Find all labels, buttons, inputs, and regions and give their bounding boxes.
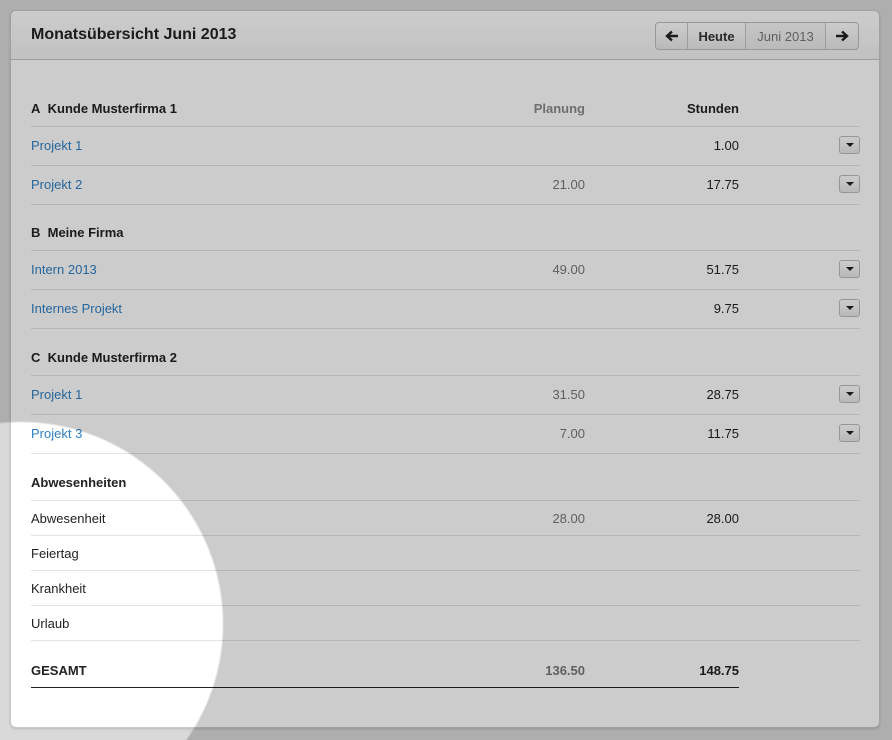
booked-hours: 17.75: [706, 177, 739, 192]
arrow-left-icon: [664, 30, 678, 42]
absence-label: Feiertag: [31, 546, 79, 561]
booked-hours: 9.75: [713, 301, 739, 316]
planning-column-header: Planung: [533, 101, 585, 116]
project-row: Projekt 2 21.00 17.75: [31, 166, 860, 205]
absence-row: Feiertag: [31, 536, 860, 571]
absence-label: Urlaub: [31, 616, 70, 631]
project-link[interactable]: Intern 2013: [31, 262, 97, 278]
booked-hours: 28.75: [706, 387, 739, 402]
today-button[interactable]: Heute: [688, 23, 746, 49]
total-underline: [31, 687, 739, 688]
booked-hours: 1.00: [713, 138, 739, 153]
row-dropdown-button[interactable]: [839, 175, 860, 193]
row-dropdown-button[interactable]: [839, 424, 860, 442]
project-link[interactable]: Internes Projekt: [31, 301, 122, 317]
page-title: Monatsübersicht Juni 2013: [31, 26, 237, 43]
panel-header: Monatsübersicht Juni 2013 Heute Juni 201…: [11, 11, 879, 60]
group-header-row: A Kunde Musterfirma 1 Planung Stunden: [31, 59, 860, 127]
project-row: Intern 2013 49.00 51.75: [31, 251, 860, 290]
arrow-right-icon: [836, 30, 849, 42]
absence-label: Krankheit: [31, 581, 86, 596]
absence-label: Abwesenheit: [31, 511, 106, 526]
absences-header-row: Abwesenheiten: [31, 454, 860, 501]
group-header-row: B Meine Firma: [31, 205, 860, 251]
project-link[interactable]: Projekt 2: [31, 177, 82, 193]
group-title: C Kunde Musterfirma 2: [31, 350, 177, 365]
previous-month-button[interactable]: [656, 23, 688, 49]
planned-hours: 31.50: [552, 387, 585, 402]
overview-table: A Kunde Musterfirma 1 Planung Stunden Pr…: [31, 59, 860, 697]
absence-row: Abwesenheit 28.00 28.00: [31, 501, 860, 536]
project-row: Projekt 1 1.00: [31, 127, 860, 166]
total-planned: 136.50: [545, 663, 585, 678]
project-row: Projekt 1 31.50 28.75: [31, 376, 860, 415]
row-dropdown-button[interactable]: [839, 299, 860, 317]
row-dropdown-button[interactable]: [839, 260, 860, 278]
next-month-button[interactable]: [826, 23, 858, 49]
row-dropdown-button[interactable]: [839, 136, 860, 154]
total-spacer: [31, 641, 860, 663]
project-link[interactable]: Projekt 1: [31, 387, 82, 403]
project-link[interactable]: Projekt 1: [31, 138, 82, 154]
total-hours: 148.75: [699, 663, 739, 678]
absence-row: Krankheit: [31, 571, 860, 606]
project-row: Projekt 3 7.00 11.75: [31, 415, 860, 454]
planned-hours: 49.00: [552, 262, 585, 277]
booked-hours: 51.75: [706, 262, 739, 277]
booked-hours: 28.00: [706, 511, 739, 526]
current-period-label: Juni 2013: [746, 23, 826, 49]
month-navigation: Heute Juni 2013: [655, 22, 859, 50]
planned-hours: 7.00: [559, 426, 585, 441]
total-row: GESAMT 136.50 148.75: [31, 663, 860, 697]
planned-hours: 28.00: [552, 511, 585, 526]
booked-hours: 11.75: [707, 426, 739, 441]
monthly-overview-panel: Monatsübersicht Juni 2013 Heute Juni 201…: [10, 10, 880, 728]
project-row: Internes Projekt 9.75: [31, 290, 860, 329]
project-link[interactable]: Projekt 3: [31, 426, 82, 442]
total-label: GESAMT: [31, 663, 87, 678]
hours-column-header: Stunden: [687, 101, 739, 116]
planned-hours: 21.00: [552, 177, 585, 192]
group-title: A Kunde Musterfirma 1: [31, 101, 177, 116]
row-dropdown-button[interactable]: [839, 385, 860, 403]
group-header-row: C Kunde Musterfirma 2: [31, 329, 860, 376]
group-title: B Meine Firma: [31, 225, 124, 240]
absences-title: Abwesenheiten: [31, 475, 127, 490]
absence-row: Urlaub: [31, 606, 860, 641]
